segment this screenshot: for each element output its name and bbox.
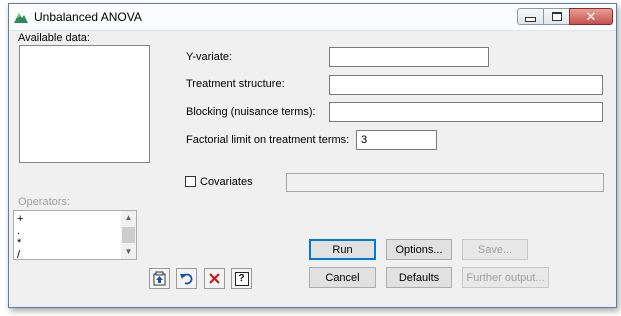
operators-scrollbar[interactable]: ▲ ▼: [121, 211, 136, 259]
window-title: Unbalanced ANOVA: [34, 10, 142, 24]
covariates-label: Covariates: [200, 176, 253, 188]
operator-item[interactable]: /: [17, 250, 20, 260]
y-variate-input[interactable]: [329, 47, 489, 67]
blocking-input[interactable]: [329, 102, 603, 122]
y-variate-label: Y-variate:: [186, 51, 233, 63]
covariates-checkbox[interactable]: [185, 176, 196, 187]
close-icon: ✕: [585, 8, 597, 24]
undo-icon: [180, 273, 193, 285]
treatment-structure-input[interactable]: [329, 75, 603, 95]
treatment-structure-label: Treatment structure:: [186, 78, 285, 90]
close-button[interactable]: ✕: [569, 8, 613, 25]
maximize-button[interactable]: [543, 8, 570, 25]
defaults-button[interactable]: Defaults: [386, 267, 452, 288]
scroll-up-icon[interactable]: ▲: [121, 212, 136, 224]
operator-item[interactable]: +: [17, 214, 23, 225]
help-button[interactable]: ?: [231, 268, 252, 289]
undo-button[interactable]: [176, 268, 197, 289]
options-button[interactable]: Options...: [386, 239, 452, 260]
factorial-limit-input[interactable]: [356, 130, 437, 150]
help-icon: ?: [234, 271, 249, 286]
transfer-icon: [153, 271, 166, 286]
clear-button[interactable]: [204, 268, 225, 289]
available-data-label: Available data:: [18, 32, 90, 44]
run-button[interactable]: Run: [309, 239, 376, 260]
cancel-button[interactable]: Cancel: [309, 267, 376, 288]
operator-item[interactable]: .: [17, 226, 20, 237]
title-bar[interactable]: Unbalanced ANOVA ✕: [9, 4, 616, 31]
covariates-input: [286, 173, 604, 192]
factorial-limit-label: Factorial limit on treatment terms:: [186, 134, 350, 146]
scroll-thumb[interactable]: [122, 227, 135, 243]
transfer-button[interactable]: [149, 268, 170, 289]
maximize-icon: [551, 12, 562, 21]
minimize-icon: [525, 17, 536, 22]
minimize-button[interactable]: [517, 8, 544, 25]
operator-item[interactable]: *: [17, 238, 21, 249]
blocking-label: Blocking (nuisance terms):: [186, 106, 316, 118]
app-icon: [14, 13, 28, 23]
dialog-window: Unbalanced ANOVA ✕ Available data: Y-var…: [8, 3, 617, 308]
available-data-list[interactable]: [19, 45, 150, 163]
further-output-button: Further output...: [462, 267, 549, 288]
save-button: Save...: [462, 239, 528, 260]
operators-label: Operators:: [18, 196, 70, 208]
operators-list[interactable]: + . * / ▲ ▼: [13, 210, 137, 260]
clear-icon: [209, 273, 220, 284]
scroll-down-icon[interactable]: ▼: [121, 246, 136, 258]
